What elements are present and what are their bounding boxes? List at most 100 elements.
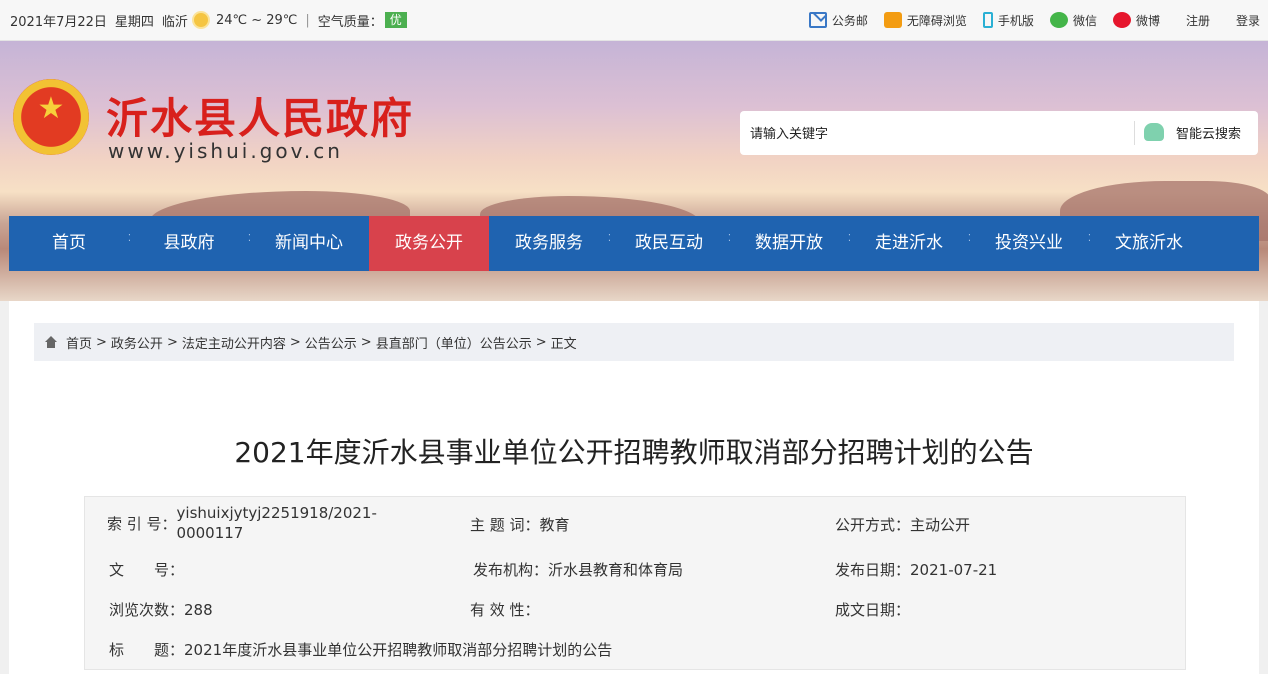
meta-publisher: 发布机构：沂水县教育和体育局 bbox=[473, 559, 683, 580]
nav-item-about-yishui[interactable]: 走进沂水 ⁚ bbox=[849, 216, 971, 271]
meta-validity: 有 效 性： bbox=[470, 599, 540, 620]
breadcrumb: 首页 > 政务公开 > 法定主动公开内容 > 公告公示 > 县直部门（单位）公告… bbox=[34, 323, 1234, 361]
separator: | bbox=[305, 12, 310, 28]
breadcrumb-item[interactable]: 首页 bbox=[66, 333, 92, 352]
mobile-link-label: 手机版 bbox=[997, 13, 1034, 28]
top-bar-links: 公务邮 无障碍浏览 手机版 微信 微博 注册 登录 bbox=[793, 0, 1260, 40]
nav-item-label: 走进沂水 bbox=[875, 233, 943, 253]
nav-item-culture-tourism[interactable]: 文旅沂水 bbox=[1089, 216, 1209, 271]
meta-index-value-line1: yishuixjytyj2251918/2021- bbox=[176, 504, 377, 522]
breadcrumb-separator: > bbox=[166, 334, 178, 350]
breadcrumb-item[interactable]: 公告公示 bbox=[305, 333, 357, 352]
nav-item-label: 文旅沂水 bbox=[1115, 233, 1183, 253]
accessibility-link[interactable]: 无障碍浏览 bbox=[883, 12, 967, 29]
meta-index-label: 索 引 号： bbox=[107, 515, 177, 533]
meta-open-method: 公开方式：主动公开 bbox=[835, 514, 970, 535]
mobile-icon bbox=[982, 12, 993, 28]
meta-publisher-value: 沂水县教育和体育局 bbox=[548, 561, 684, 579]
meta-subject-label: 主 题 词： bbox=[470, 516, 540, 534]
meta-views: 浏览次数：288 bbox=[109, 599, 213, 620]
wechat-link[interactable]: 微信 bbox=[1049, 12, 1097, 29]
nav-item-investment[interactable]: 投资兴业 ⁚ bbox=[969, 216, 1091, 271]
meta-views-label: 浏览次数： bbox=[109, 601, 185, 619]
register-link-label: 注册 bbox=[1185, 13, 1210, 28]
site-url: www.yishui.gov.cn bbox=[108, 139, 343, 163]
meta-subject: 主 题 词：教育 bbox=[470, 514, 570, 535]
meta-publish-date-value: 2021-07-21 bbox=[910, 561, 998, 579]
meta-open-method-label: 公开方式： bbox=[835, 516, 911, 534]
search-box: 智能云搜索 bbox=[740, 111, 1258, 155]
nav-item-gov-service[interactable]: 政务服务 ⁚ bbox=[489, 216, 611, 271]
breadcrumb-item[interactable]: 县直部门（单位）公告公示 bbox=[376, 333, 532, 352]
meta-doc-no: 文 号： bbox=[109, 559, 184, 580]
article-title: 2021年度沂水县事业单位公开招聘教师取消部分招聘计划的公告 bbox=[234, 436, 1034, 469]
nav-item-label: 政务服务 bbox=[515, 233, 583, 253]
wechat-link-label: 微信 bbox=[1072, 13, 1097, 28]
top-bar-info: 2021年7月22日 星期四 临沂 24℃ ~ 29℃ | 空气质量： 优 bbox=[10, 0, 415, 40]
nav-item-news[interactable]: 新闻中心 bbox=[249, 216, 369, 271]
meta-subject-value: 教育 bbox=[539, 516, 570, 534]
mail-icon bbox=[808, 12, 827, 28]
meta-views-value: 288 bbox=[184, 601, 213, 619]
login-link[interactable]: 登录 bbox=[1236, 12, 1260, 29]
site-title[interactable]: 沂水县人民政府 bbox=[106, 85, 414, 146]
weibo-link-label: 微博 bbox=[1135, 13, 1160, 28]
meta-validity-label: 有 效 性： bbox=[470, 601, 540, 619]
register-link[interactable]: 注册 bbox=[1186, 12, 1210, 29]
meta-title: 标 题：2021年度沂水县事业单位公开招聘教师取消部分招聘计划的公告 bbox=[109, 639, 612, 660]
air-quality-label: 空气质量： bbox=[317, 14, 383, 30]
nav-item-interaction[interactable]: 政民互动 ⁚ bbox=[609, 216, 731, 271]
search-input[interactable] bbox=[748, 121, 1132, 147]
meta-created-date-label: 成文日期： bbox=[835, 601, 911, 619]
meta-title-value: 2021年度沂水县事业单位公开招聘教师取消部分招聘计划的公告 bbox=[184, 641, 613, 659]
weibo-link[interactable]: 微博 bbox=[1112, 12, 1160, 29]
search-divider bbox=[1134, 121, 1135, 145]
weibo-icon bbox=[1112, 12, 1131, 28]
nav-item-label: 县政府 bbox=[163, 233, 215, 253]
nav-item-county-gov[interactable]: 县政府 ⁚ bbox=[129, 216, 252, 271]
mail-link[interactable]: 公务邮 bbox=[808, 12, 868, 29]
weekday: 星期四 bbox=[114, 14, 154, 30]
main-content: 首页 > 政务公开 > 法定主动公开内容 > 公告公示 > 县直部门（单位）公告… bbox=[9, 301, 1259, 674]
meta-doc-no-label: 文 号： bbox=[109, 561, 185, 579]
city: 临沂 bbox=[161, 14, 188, 30]
meta-title-label: 标 题： bbox=[109, 641, 185, 659]
breadcrumb-separator: > bbox=[360, 334, 372, 350]
top-bar: 2021年7月22日 星期四 临沂 24℃ ~ 29℃ | 空气质量： 优 公务… bbox=[0, 0, 1268, 41]
mail-link-label: 公务邮 bbox=[831, 13, 868, 28]
nav-item-label: 政民互动 bbox=[635, 233, 703, 253]
meta-index: 索 引 号： yishuixjytyj2251918/2021- 0000117 bbox=[107, 503, 377, 543]
meta-created-date: 成文日期： bbox=[835, 599, 910, 620]
main-nav: 首页 ⁚ 县政府 ⁚ 新闻中心 政务公开 政务服务 ⁚ 政民互动 ⁚ 数据开放 ⁚ 走进沂… bbox=[9, 216, 1259, 271]
smart-search-button[interactable]: 智能云搜索 bbox=[1176, 123, 1241, 142]
meta-open-method-value: 主动公开 bbox=[910, 516, 971, 534]
breadcrumb-separator: > bbox=[535, 334, 547, 350]
nav-item-label: 新闻中心 bbox=[275, 233, 343, 253]
mobile-link[interactable]: 手机版 bbox=[982, 12, 1034, 29]
breadcrumb-current: 正文 bbox=[550, 336, 577, 352]
national-emblem-logo bbox=[13, 79, 89, 155]
breadcrumb-separator: > bbox=[96, 334, 107, 350]
meta-publisher-label: 发布机构： bbox=[473, 561, 549, 579]
nav-item-open-data[interactable]: 数据开放 ⁚ bbox=[729, 216, 851, 271]
meta-publish-date-label: 发布日期： bbox=[835, 561, 911, 579]
breadcrumb-separator: > bbox=[289, 334, 301, 350]
nav-item-label: 数据开放 bbox=[755, 233, 823, 253]
nav-item-label: 投资兴业 bbox=[995, 233, 1063, 253]
accessibility-link-label: 无障碍浏览 bbox=[906, 13, 967, 28]
nav-item-home[interactable]: 首页 ⁚ bbox=[9, 216, 131, 271]
login-link-label: 登录 bbox=[1235, 13, 1260, 28]
meta-publish-date: 发布日期：2021-07-21 bbox=[835, 559, 997, 580]
current-date: 2021年7月22日 bbox=[10, 14, 107, 30]
robot-icon[interactable] bbox=[1144, 123, 1164, 141]
nav-item-label: 首页 bbox=[52, 233, 86, 253]
sun-icon bbox=[193, 13, 208, 27]
breadcrumb-item[interactable]: 政务公开 bbox=[111, 333, 163, 352]
nav-item-gov-affairs[interactable]: 政务公开 bbox=[369, 216, 489, 271]
home-icon bbox=[44, 336, 58, 348]
meta-index-value-line2: 0000117 bbox=[176, 524, 244, 542]
wechat-icon bbox=[1049, 12, 1068, 28]
nav-item-label: 政务公开 bbox=[395, 233, 463, 253]
air-quality-badge: 优 bbox=[384, 12, 407, 28]
breadcrumb-item[interactable]: 法定主动公开内容 bbox=[182, 333, 286, 352]
